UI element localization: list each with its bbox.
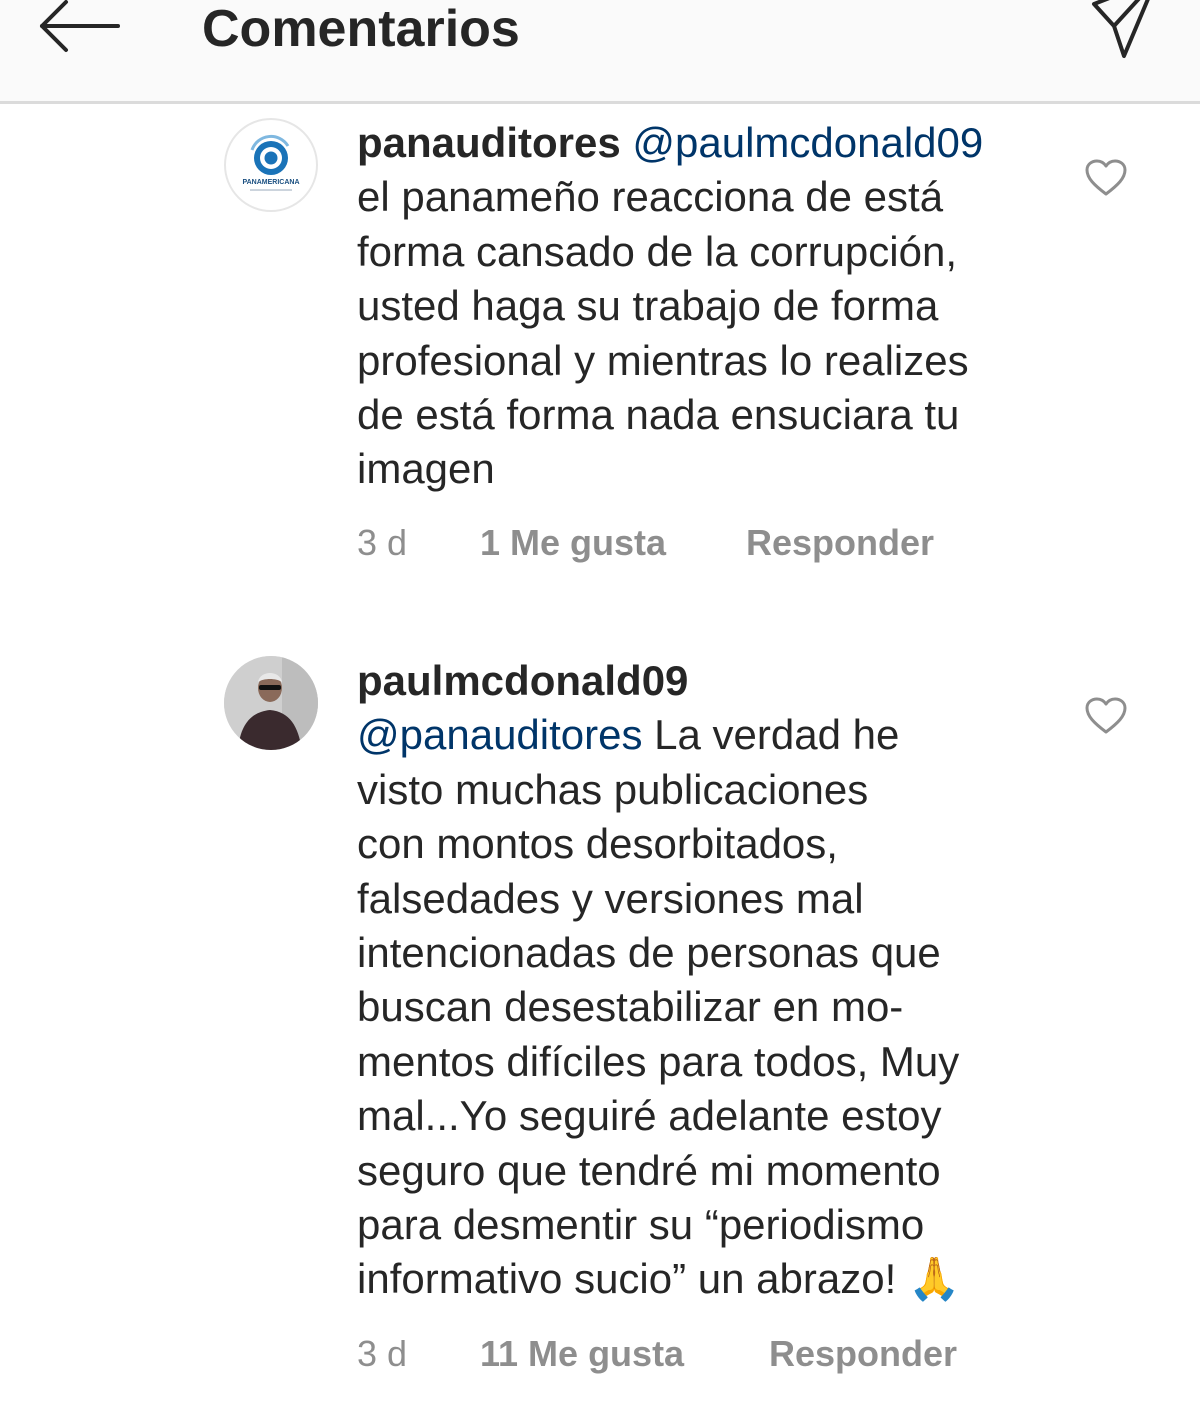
reply-button[interactable]: Responder <box>746 521 934 565</box>
avatar[interactable]: PANAMERICANA <box>224 118 318 212</box>
panamericana-logo-icon: PANAMERICANA <box>242 134 300 191</box>
share-button[interactable] <box>1090 0 1160 62</box>
top-app-bar: Comentarios <box>0 0 1200 104</box>
arrow-left-icon <box>40 0 120 52</box>
like-button[interactable] <box>1084 158 1128 198</box>
comment-mention[interactable]: @paulmcdonald09 <box>632 119 983 166</box>
page-title: Comentarios <box>202 0 520 58</box>
likes-count-link[interactable]: 1 Me gusta <box>480 521 666 565</box>
heart-outline-icon <box>1085 697 1127 734</box>
comment-text: La verdad he visto muchas publicaciones … <box>357 711 960 1303</box>
comment-body: panauditores @paulmcdonald09 el panameño… <box>357 116 1057 497</box>
heart-outline-icon <box>1085 159 1127 196</box>
avatar-logo-text: PANAMERICANA <box>242 179 299 186</box>
user-photo-icon <box>224 656 318 750</box>
praying-hands-emoji: 🙏 <box>907 1255 961 1303</box>
comment-username[interactable]: panauditores <box>357 119 621 166</box>
comment-body: paulmcdonald09 @panauditores La verdad h… <box>357 654 1057 1307</box>
reply-button[interactable]: Responder <box>769 1332 957 1376</box>
like-button[interactable] <box>1084 696 1128 736</box>
avatar[interactable] <box>224 656 318 750</box>
likes-count-link[interactable]: 11 Me gusta <box>480 1332 684 1376</box>
paper-plane-icon <box>1092 0 1150 58</box>
back-button[interactable] <box>36 0 126 60</box>
comment-time: 3 d <box>357 522 408 563</box>
comment-mention[interactable]: @panauditores <box>357 711 643 758</box>
comment-time: 3 d <box>357 1333 408 1374</box>
comment-text: el panameño reacciona de está forma cans… <box>357 173 969 493</box>
comment-username[interactable]: paulmcdonald09 <box>357 657 688 704</box>
